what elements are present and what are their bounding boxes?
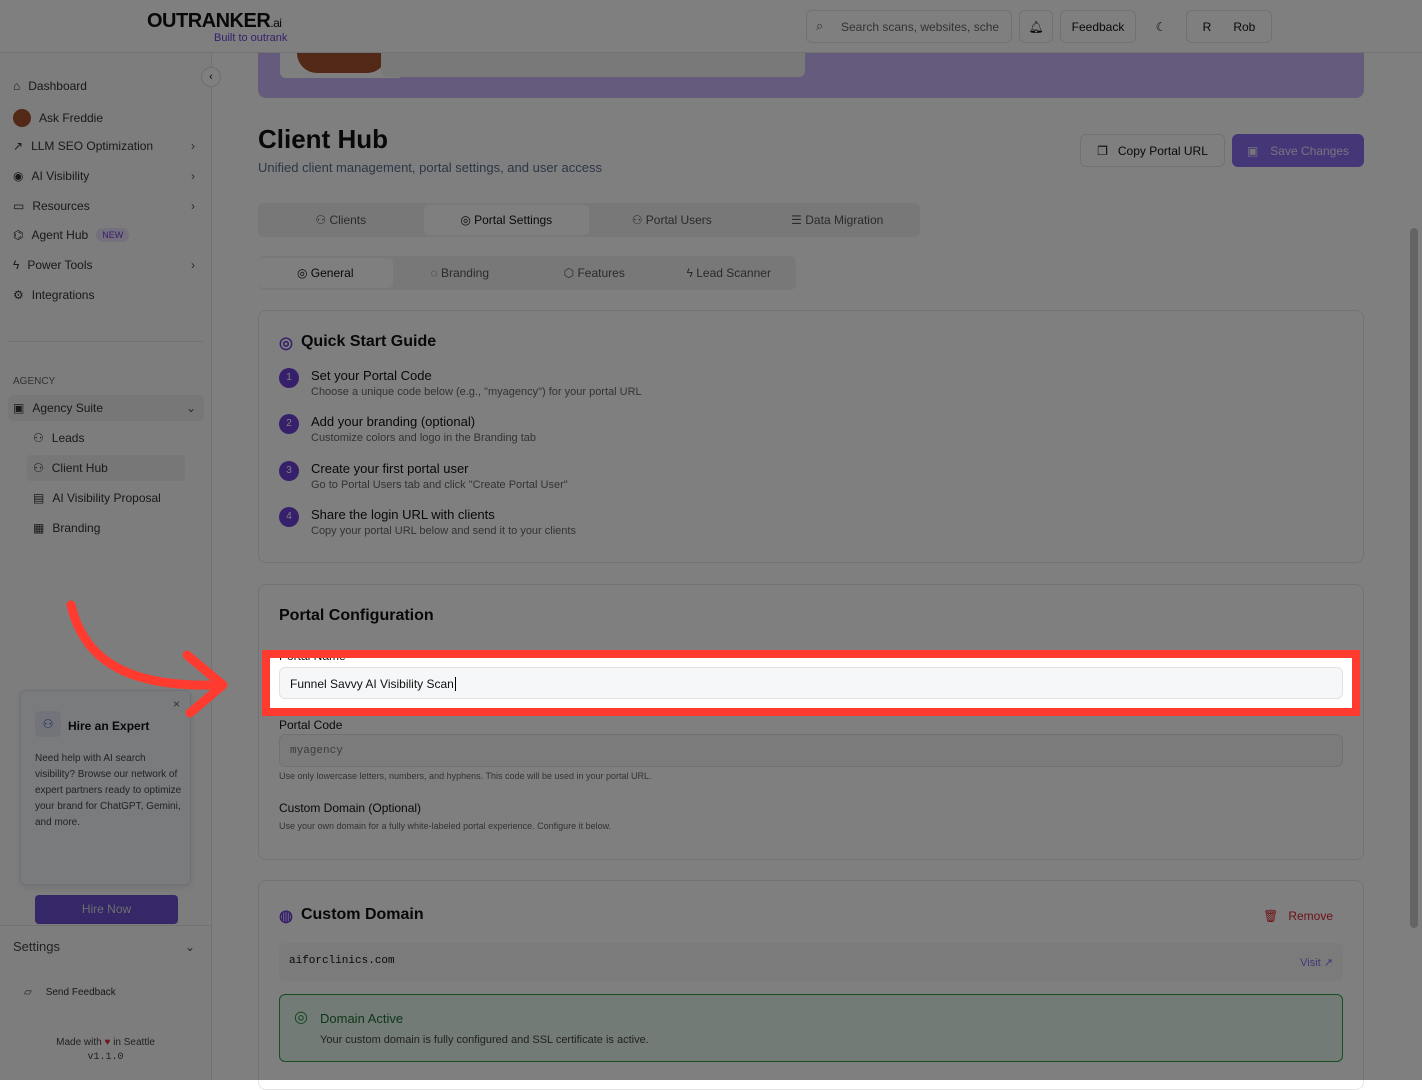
portal-name-label: Portal Name (279, 650, 346, 663)
portal-name-input[interactable]: Funnel Savvy AI Visibility Scan (279, 667, 1343, 699)
annotation-arrow-icon (66, 600, 228, 718)
highlighted-portal-name-field: Portal Name Funnel Savvy AI Visibility S… (262, 650, 1360, 716)
dim-overlay (0, 0, 1422, 1080)
